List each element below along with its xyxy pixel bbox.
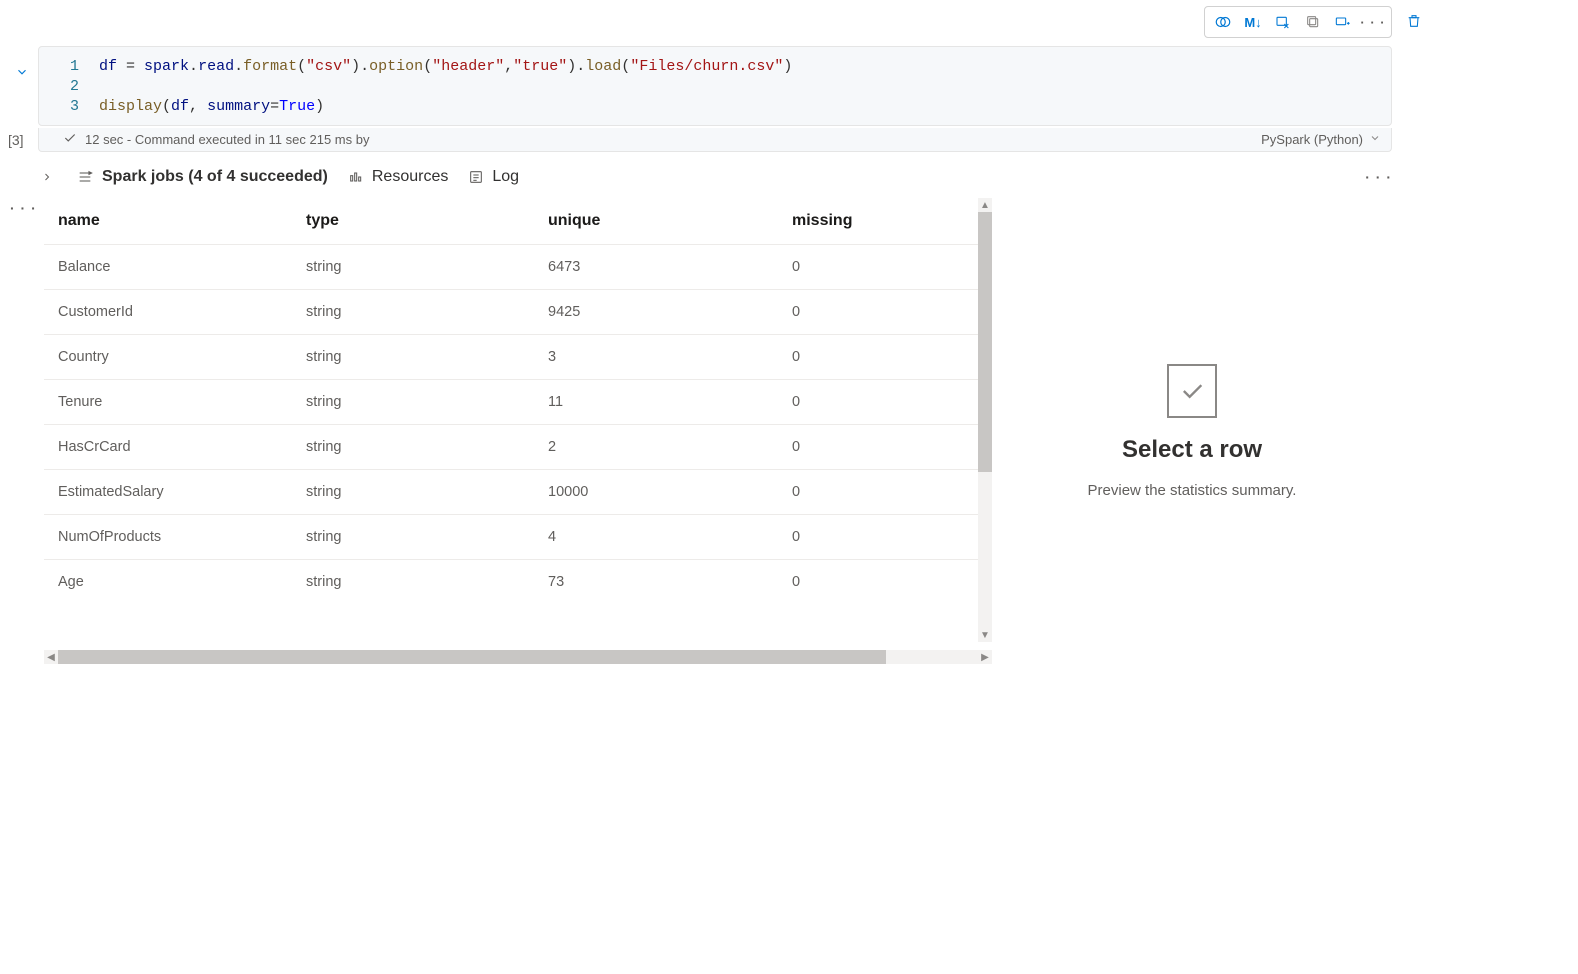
cell-more-icon[interactable]: · · · — [1359, 9, 1387, 35]
cell-unique: 6473 — [534, 245, 778, 290]
output-area: name type unique missing Balancestring64… — [44, 198, 1392, 664]
cell-unique: 11 — [534, 380, 778, 425]
table-row[interactable]: EstimatedSalarystring100000 — [44, 470, 992, 515]
output-more-icon[interactable]: · · · — [1365, 169, 1392, 185]
cell-missing: 0 — [778, 245, 992, 290]
cell-name: HasCrCard — [44, 425, 292, 470]
chevron-down-icon — [1369, 132, 1381, 147]
cell-missing: 0 — [778, 335, 992, 380]
cell-name: Tenure — [44, 380, 292, 425]
cell-type: string — [292, 290, 534, 335]
cell-unique: 10000 — [534, 470, 778, 515]
convert-markdown-button[interactable]: M↓ — [1239, 9, 1267, 35]
scroll-left-icon[interactable]: ◀ — [44, 650, 58, 664]
cell-unique: 2 — [534, 425, 778, 470]
cell-type: string — [292, 335, 534, 380]
table-row[interactable]: Balancestring64730 — [44, 245, 992, 290]
table-row[interactable]: Agestring730 — [44, 560, 992, 605]
scroll-up-icon[interactable]: ▲ — [978, 198, 992, 212]
line-number: 3 — [39, 97, 99, 117]
log-button[interactable]: Log — [468, 168, 519, 186]
scroll-h-thumb[interactable] — [58, 650, 886, 664]
delete-cell-icon[interactable] — [1400, 6, 1428, 36]
code-line-1: df = spark.read.format("csv").option("he… — [99, 57, 1391, 77]
cell-type: string — [292, 515, 534, 560]
spark-jobs-button[interactable]: Spark jobs (4 of 4 succeeded) — [76, 168, 328, 186]
cell-missing: 0 — [778, 290, 992, 335]
cell-name: Balance — [44, 245, 292, 290]
success-check-icon — [63, 131, 77, 148]
language-picker[interactable]: PySpark (Python) — [1261, 132, 1381, 147]
code-line-2 — [99, 77, 1391, 97]
execution-status-bar: 12 sec - Command executed in 11 sec 215 … — [38, 128, 1392, 152]
scroll-v-thumb[interactable] — [978, 212, 992, 472]
preview-subtitle: Preview the statistics summary. — [1088, 482, 1297, 499]
table-row[interactable]: NumOfProductsstring40 — [44, 515, 992, 560]
table-row[interactable]: CustomerIdstring94250 — [44, 290, 992, 335]
line-number: 2 — [39, 77, 99, 97]
cell-type: string — [292, 425, 534, 470]
output-left-more-icon[interactable]: · · · — [10, 200, 37, 216]
cell-unique: 3 — [534, 335, 778, 380]
cell-name: Age — [44, 560, 292, 605]
spark-jobs-label: Spark jobs (4 of 4 succeeded) — [102, 168, 328, 186]
log-label: Log — [492, 168, 519, 186]
summary-table: name type unique missing Balancestring64… — [44, 198, 992, 604]
cell-missing: 0 — [778, 380, 992, 425]
col-header-unique[interactable]: unique — [534, 198, 778, 245]
cell-type: string — [292, 245, 534, 290]
col-header-name[interactable]: name — [44, 198, 292, 245]
resources-label: Resources — [372, 168, 448, 186]
cell-type: string — [292, 470, 534, 515]
preview-title: Select a row — [1122, 436, 1262, 464]
summary-table-wrap: name type unique missing Balancestring64… — [44, 198, 992, 664]
cell-missing: 0 — [778, 470, 992, 515]
line-number: 1 — [39, 57, 99, 77]
code-line-3: display(df, summary=True) — [99, 97, 1391, 117]
cell-name: Country — [44, 335, 292, 380]
checkmark-box-icon — [1167, 364, 1217, 418]
clear-output-icon[interactable] — [1269, 9, 1297, 35]
cell-name: NumOfProducts — [44, 515, 292, 560]
output-summary-toolbar: Spark jobs (4 of 4 succeeded) Resources … — [38, 162, 1392, 192]
table-row[interactable]: Tenurestring110 — [44, 380, 992, 425]
cell-unique: 4 — [534, 515, 778, 560]
cell-unique: 9425 — [534, 290, 778, 335]
vertical-scrollbar[interactable]: ▲ ▼ — [978, 198, 992, 642]
cell-name: CustomerId — [44, 290, 292, 335]
horizontal-scrollbar[interactable]: ◀ ▶ — [44, 650, 992, 664]
resources-button[interactable]: Resources — [348, 168, 448, 186]
cell-missing: 0 — [778, 560, 992, 605]
copy-cell-icon[interactable] — [1299, 9, 1327, 35]
code-cell[interactable]: 1 df = spark.read.format("csv").option("… — [38, 46, 1392, 126]
cell-missing: 0 — [778, 515, 992, 560]
collapse-cell-icon[interactable] — [12, 62, 32, 82]
cell-name: EstimatedSalary — [44, 470, 292, 515]
cell-unique: 73 — [534, 560, 778, 605]
cell-toolbar: M↓ · · · — [1204, 6, 1392, 38]
scroll-right-icon[interactable]: ▶ — [978, 650, 992, 664]
expand-output-icon[interactable] — [38, 168, 56, 186]
preview-panel: Select a row Preview the statistics summ… — [992, 198, 1392, 664]
cell-missing: 0 — [778, 425, 992, 470]
copilot-icon[interactable] — [1209, 9, 1237, 35]
col-header-type[interactable]: type — [292, 198, 534, 245]
add-cell-icon[interactable] — [1329, 9, 1357, 35]
language-label: PySpark (Python) — [1261, 132, 1363, 147]
table-row[interactable]: Countrystring30 — [44, 335, 992, 380]
cell-type: string — [292, 380, 534, 425]
cell-type: string — [292, 560, 534, 605]
execution-count: [3] — [8, 132, 24, 148]
table-row[interactable]: HasCrCardstring20 — [44, 425, 992, 470]
execution-duration: 12 sec - Command executed in 11 sec 215 … — [85, 132, 369, 147]
col-header-missing[interactable]: missing — [778, 198, 992, 245]
scroll-down-icon[interactable]: ▼ — [978, 628, 992, 642]
